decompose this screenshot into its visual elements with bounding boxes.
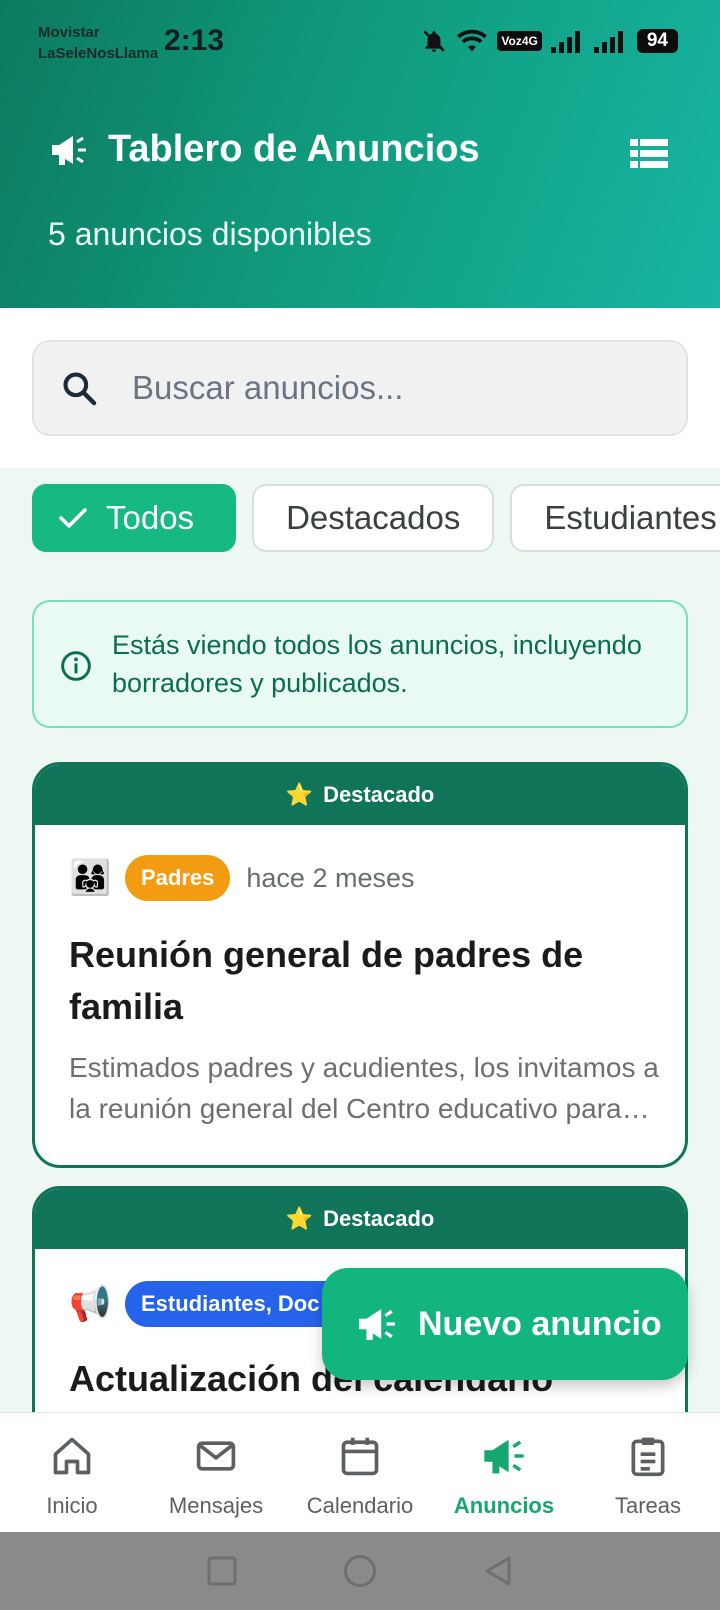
- system-navigation-bar: [0, 1532, 720, 1610]
- search-icon: [63, 372, 97, 406]
- status-icons: Voz4G 94: [421, 28, 678, 54]
- new-announcement-label: Nuevo anuncio: [418, 1304, 662, 1343]
- carrier-name: Movistar LaSeleNosLlama: [38, 22, 158, 64]
- filter-chip-label: Destacados: [286, 499, 461, 536]
- nav-label: Inicio: [46, 1493, 98, 1518]
- check-icon: [59, 508, 87, 528]
- announcement-card[interactable]: ⭐ Destacado 👨‍👩‍👧 Padres hace 2 meses Re…: [32, 762, 688, 1168]
- megaphone-icon: [359, 1309, 395, 1340]
- signal-icon: [550, 31, 580, 53]
- filter-chips: Todos Destacados Estudiantes: [32, 484, 720, 552]
- nav-label: Tareas: [614, 1493, 682, 1518]
- nav-label: Anuncios: [453, 1493, 555, 1518]
- star-icon: ⭐: [285, 782, 314, 807]
- search-box[interactable]: [32, 340, 688, 436]
- status-bar: Movistar LaSeleNosLlama 2:13 Voz4G 94: [0, 0, 720, 80]
- nav-item-tareas[interactable]: Tareas: [576, 1413, 720, 1532]
- featured-banner: ⭐ Destacado: [35, 1189, 685, 1249]
- star-icon: ⭐: [285, 1206, 314, 1231]
- nav-item-anuncios[interactable]: Anuncios: [432, 1413, 576, 1532]
- search-section: [0, 308, 720, 468]
- nav-item-inicio[interactable]: Inicio: [0, 1413, 144, 1532]
- home-circle-icon[interactable]: [343, 1554, 377, 1588]
- calendar-icon: [341, 1437, 379, 1476]
- bell-off-icon: [423, 30, 446, 52]
- bottom-navigation: Inicio Mensajes Calendario Anuncios Tare…: [0, 1412, 720, 1532]
- home-icon: [53, 1437, 91, 1475]
- network-badge: Voz4G: [497, 31, 542, 51]
- announcement-title: Reunión general de padres de familia: [69, 934, 584, 1027]
- announcement-count: 5 anuncios disponibles: [48, 216, 372, 252]
- announcement-body: Estimados padres y acudientes, los invit…: [69, 1052, 659, 1124]
- header-title-row: Tablero de Anuncios: [50, 128, 480, 171]
- filter-chip-label: Estudiantes: [544, 499, 717, 536]
- filter-chip-estudiantes[interactable]: Estudiantes: [510, 484, 720, 552]
- nav-label: Calendario: [306, 1493, 414, 1518]
- megaphone-icon: 📢: [69, 1285, 112, 1323]
- megaphone-icon: [52, 135, 86, 165]
- info-icon: [61, 651, 91, 681]
- filter-chip-destacados[interactable]: Destacados: [252, 484, 495, 552]
- list-view-button[interactable]: [630, 138, 668, 170]
- recents-icon[interactable]: [207, 1556, 237, 1586]
- family-icon: 👨‍👩‍👧: [69, 859, 112, 897]
- app-header: Movistar LaSeleNosLlama 2:13 Voz4G 94 Ta…: [0, 0, 720, 308]
- megaphone-icon: [484, 1439, 524, 1474]
- carrier-line-2: LaSeleNosLlama: [38, 45, 159, 62]
- audience-badge: Padres: [125, 855, 231, 901]
- nav-item-calendario[interactable]: Calendario: [288, 1413, 432, 1532]
- featured-label: Destacado: [323, 1206, 435, 1231]
- wifi-icon: [457, 29, 488, 52]
- new-announcement-button[interactable]: Nuevo anuncio: [322, 1268, 688, 1380]
- battery-indicator: 94: [636, 29, 678, 53]
- info-banner: Estás viendo todos los anuncios, incluye…: [32, 600, 688, 728]
- filter-chip-todos[interactable]: Todos: [32, 484, 237, 552]
- featured-label: Destacado: [323, 782, 435, 807]
- filter-chip-label: Todos: [106, 499, 195, 536]
- list-view-icon: [630, 139, 668, 168]
- info-banner-text: Estás viendo todos los anuncios, incluye…: [112, 630, 642, 698]
- announcement-meta: 👨‍👩‍👧 Padres hace 2 meses: [69, 855, 414, 901]
- carrier-line-1: Movistar: [38, 24, 100, 41]
- search-input[interactable]: [132, 369, 632, 407]
- page-title: Tablero de Anuncios: [108, 128, 480, 170]
- announcement-time: hace 2 meses: [246, 862, 415, 893]
- featured-banner: ⭐ Destacado: [35, 765, 685, 825]
- nav-item-mensajes[interactable]: Mensajes: [144, 1413, 288, 1532]
- nav-label: Mensajes: [168, 1493, 264, 1518]
- mail-icon: [196, 1441, 236, 1471]
- clipboard-icon: [631, 1437, 665, 1477]
- status-time: 2:13: [164, 24, 225, 57]
- back-icon[interactable]: [483, 1555, 513, 1587]
- signal-icon: [593, 31, 623, 53]
